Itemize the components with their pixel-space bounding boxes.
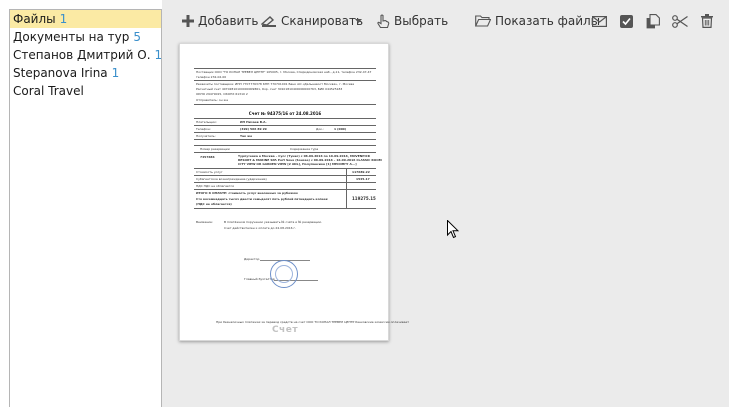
- scan-label: Сканировать: [281, 14, 364, 28]
- cut-button[interactable]: [672, 9, 688, 33]
- total-in-words: Сто восемнадцать тысяч двести семьдесят …: [196, 197, 328, 201]
- email-button[interactable]: [592, 9, 607, 33]
- add-label: Добавить: [198, 14, 259, 28]
- check-button[interactable]: [620, 9, 633, 33]
- select-button[interactable]: Выбрать: [376, 9, 448, 33]
- folder-count: 1: [59, 12, 68, 26]
- note-line: В платёжном поручении указывать № счёта …: [224, 220, 322, 224]
- hand-pointer-icon: [376, 13, 390, 29]
- file-pane: Добавить Сканировать Выбрать Показать фа…: [162, 0, 729, 407]
- folder-label: Документы на тур: [13, 30, 130, 44]
- add-button[interactable]: Добавить: [182, 9, 258, 33]
- doc-value: 1 (000): [334, 127, 347, 131]
- total-label: ИТОГО К ОПЛАТЕ: стоимость услуг внесенны…: [196, 191, 298, 195]
- cost-value: 117689.22: [352, 170, 370, 174]
- total-value: 119275.15: [352, 196, 376, 201]
- folder-item-tour-documents[interactable]: Документы на тур 5: [10, 28, 161, 46]
- scissors-icon: [672, 14, 688, 28]
- bank-line: Расчетный счет 40702810100000009861, Кор…: [196, 87, 343, 91]
- select-label: Выбрать: [394, 14, 449, 28]
- folder-list: Файлы 1 Документы на тур 5 Степанов Дмитри…: [9, 9, 162, 407]
- show-files-label: Показать файлы: [495, 14, 601, 28]
- scan-dropdown-button[interactable]: [355, 9, 362, 33]
- plus-icon: [182, 15, 194, 27]
- folder-item-coral-travel[interactable]: Coral Travel: [10, 82, 161, 100]
- watermark-text: Счет: [271, 325, 299, 335]
- trash-icon: [701, 14, 713, 28]
- scanner-icon: [261, 14, 277, 28]
- envelope-icon: [592, 15, 607, 27]
- phone-value: (499) 566 89 29: [240, 127, 267, 131]
- document-thumbnail[interactable]: Поставщик ООО "ТО КОНАЛ ТРЕВЕЛ ЦЕНТР" 10…: [179, 43, 409, 341]
- booking-number: 7457686: [200, 155, 215, 159]
- note-label: Внимание:: [196, 220, 213, 224]
- total-vat-note: (НДС не облагается): [196, 202, 232, 206]
- folder-label: Stepanova Irina: [13, 66, 108, 80]
- supplier-phone: телефон 232-02-00: [196, 75, 227, 79]
- col-content-header: Содержание тура: [290, 147, 319, 151]
- vat-label: НДС НДС не облагается: [196, 184, 234, 188]
- agent-fee-value: 1545.17: [356, 177, 370, 181]
- footer-note: При безналичных платежах за перевод сред…: [216, 320, 410, 324]
- checkbox-icon: [620, 14, 633, 28]
- invoice-page: Поставщик ООО "ТО КОНАЛ ТРЕВЕЛ ЦЕНТР" 10…: [194, 68, 409, 335]
- signature-director-label: Директор: [244, 257, 260, 261]
- sender-line: Отправитель: он же: [196, 98, 229, 102]
- bank-line: Реквизиты поставщика: ИНН 7707776378 КПП…: [196, 82, 355, 86]
- bank-line: ОКПО 29479015, ОКОНХ 61310 2: [196, 92, 248, 96]
- payer-label: Плательщик:: [196, 120, 217, 124]
- copy-button[interactable]: [646, 9, 660, 33]
- scan-button[interactable]: Сканировать: [261, 9, 363, 33]
- folder-count: 5: [133, 30, 141, 44]
- supplier-line: Поставщик ООО "ТО КОНАЛ ТРЕВЕЛ ЦЕНТР" 10…: [196, 70, 372, 74]
- note-line: Счет действителен к оплате до 24.08.2016…: [224, 226, 297, 230]
- tour-description: CITY VIEW OR GARDEN VIEW [2 ADL], Полупа…: [238, 162, 357, 166]
- mouse-cursor-icon: [447, 219, 460, 243]
- receiver-label: Получатель:: [196, 134, 216, 138]
- receiver-value: Так же: [240, 134, 253, 138]
- invoice-title: Счет № 94375/16 от 24.08.2016: [248, 111, 322, 116]
- folder-icon: [475, 15, 491, 27]
- show-files-button[interactable]: Показать файлы: [475, 9, 600, 33]
- folder-item-stepanov[interactable]: Степанов Дмитрий О. 1: [10, 46, 162, 64]
- agent-fee-label: Субагентское вознаграждение (удержание): [196, 177, 267, 181]
- col-booking-header: Номер резервации: [200, 147, 230, 151]
- delete-button[interactable]: [701, 9, 713, 33]
- folder-label: Степанов Дмитрий О.: [13, 48, 151, 62]
- caret-down-icon: [355, 18, 362, 24]
- folder-item-files[interactable]: Файлы 1: [10, 10, 161, 28]
- doc-label: Док.:: [316, 127, 324, 131]
- company-stamp: [270, 260, 298, 288]
- payer-value: ИП Ничаев В.А.: [240, 120, 267, 124]
- phone-label: Телефон:: [196, 127, 211, 131]
- cost-label: Стоимость услуг: [196, 170, 223, 174]
- folder-count: 1: [111, 66, 120, 80]
- folder-item-stepanova[interactable]: Stepanova Irina 1: [10, 64, 161, 82]
- toolbar: Добавить Сканировать Выбрать Показать фа…: [162, 9, 729, 33]
- folder-label: Файлы: [13, 12, 56, 26]
- copy-icon: [646, 13, 660, 29]
- folder-label: Coral Travel: [13, 84, 84, 98]
